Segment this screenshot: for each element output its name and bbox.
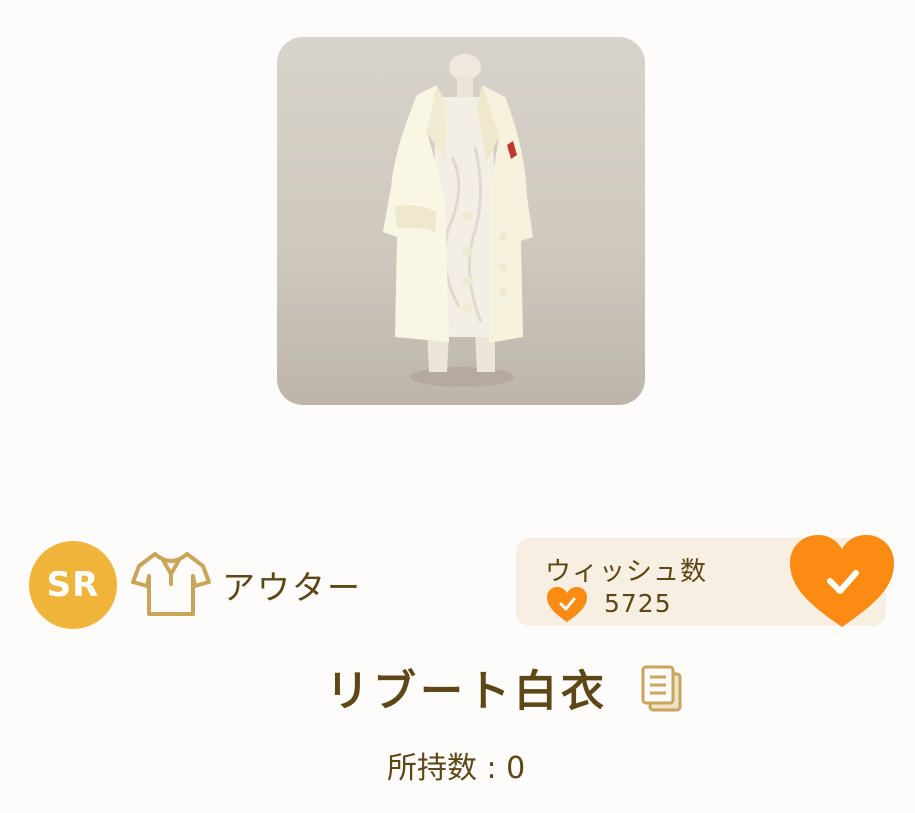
wish-count: 5725 bbox=[604, 589, 672, 618]
white-coat-image bbox=[383, 54, 533, 387]
shirt-icon bbox=[131, 548, 211, 618]
rarity-label: SR bbox=[46, 565, 100, 605]
heart-check-icon bbox=[546, 586, 588, 624]
heart-check-icon bbox=[790, 535, 894, 627]
item-name: リブート白衣 bbox=[326, 667, 608, 717]
item-image bbox=[277, 37, 645, 405]
rarity-badge: SR bbox=[29, 541, 117, 629]
owned-count: 所持数 : 0 bbox=[387, 751, 526, 786]
wish-button[interactable] bbox=[788, 533, 896, 629]
copy-icon[interactable] bbox=[640, 664, 684, 712]
category-label: アウター bbox=[222, 568, 362, 607]
wish-title: ウィッシュ数 bbox=[545, 557, 708, 587]
